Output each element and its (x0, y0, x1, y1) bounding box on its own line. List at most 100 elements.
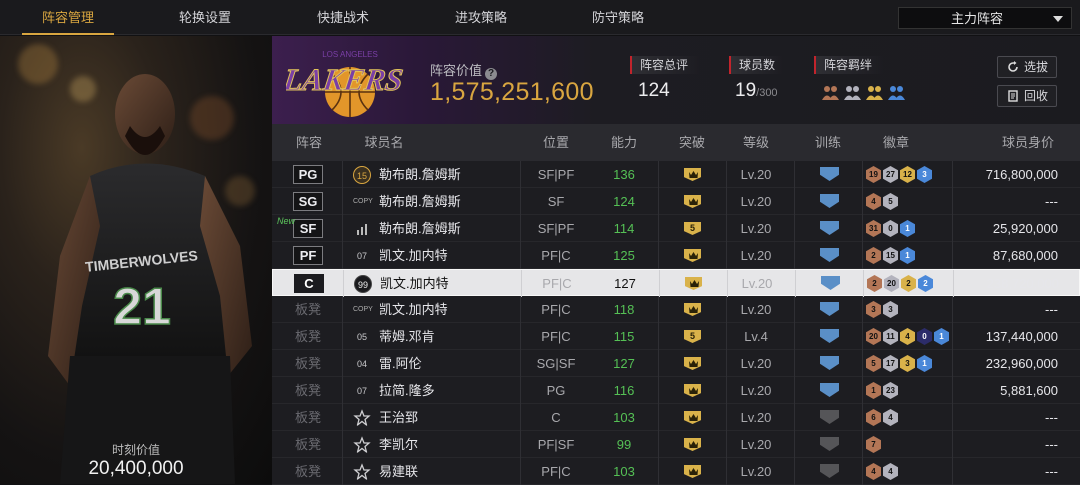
silver-badge-icon[interactable]: 20 (884, 275, 899, 292)
breakthrough-crown-icon[interactable] (684, 465, 701, 478)
training-shield-icon[interactable] (820, 221, 839, 235)
player-salary: --- (1045, 194, 1058, 209)
silver-badge-icon[interactable]: 15 (883, 247, 898, 264)
breakthrough-crown-icon[interactable]: 5 (684, 222, 701, 235)
table-row[interactable]: 板凳 COPY 凯文.加内特 PF|C 118 Lv.20 3 3 --- (272, 296, 1080, 323)
player-level: Lv.20 (740, 302, 772, 317)
breakthrough-crown-icon[interactable] (684, 411, 701, 424)
training-shield-icon[interactable] (820, 248, 839, 262)
bronze-badge-icon[interactable]: 31 (866, 220, 881, 237)
gold-badge-icon[interactable]: 2 (901, 275, 916, 292)
lineup-select[interactable]: 主力阵容 (898, 7, 1072, 29)
player-ability: 115 (613, 329, 635, 344)
breakthrough-crown-icon[interactable] (684, 195, 701, 208)
table-row[interactable]: 板凳 易建联 PF|C 103 Lv.20 4 4 --- (272, 458, 1080, 485)
table-row[interactable]: 板凳 04 雷.阿伦 SG|SF 127 Lv.20 5 17 3 1 232,960,000 (272, 350, 1080, 377)
col-salary[interactable]: 球员身价 (988, 124, 1068, 161)
blue-badge-icon[interactable]: 1 (900, 247, 915, 264)
breakthrough-crown-icon[interactable] (684, 384, 701, 397)
bronze-badge-icon[interactable]: 4 (866, 193, 881, 210)
recycle-button[interactable]: 回收 (997, 85, 1057, 107)
col-level[interactable]: 等级 (734, 124, 778, 161)
player-name: 李凯尔 (379, 437, 419, 452)
breakthrough-crown-icon[interactable] (684, 249, 701, 262)
player-salary: 25,920,000 (992, 221, 1058, 236)
col-ability[interactable]: 能力 (602, 124, 646, 161)
blue-badge-icon[interactable]: 1 (917, 355, 932, 372)
player-ability: 136 (613, 167, 635, 182)
bronze-badge-icon[interactable]: 20 (866, 328, 881, 345)
bronze-badge-icon[interactable]: 6 (866, 409, 881, 426)
bronze-badge-icon[interactable]: 1 (866, 382, 881, 399)
bronze-badge-icon[interactable]: 2 (867, 275, 882, 292)
player-salary: 87,680,000 (992, 248, 1058, 263)
training-shield-icon[interactable] (820, 437, 839, 451)
table-row[interactable]: 板凳 王治郅 C 103 Lv.20 6 4 --- (272, 404, 1080, 431)
silver-badge-icon[interactable]: 0 (883, 220, 898, 237)
silver-badge-icon[interactable]: 4 (883, 463, 898, 480)
tab-lineup-management[interactable]: 阵容管理 (22, 0, 114, 35)
training-shield-icon[interactable] (820, 302, 839, 316)
table-row[interactable]: PG 15 勒布朗.詹姆斯 SF|PF 136 Lv.20 19 27 12 3 716,800,0… (272, 161, 1080, 188)
gold-badge-icon[interactable]: 12 (900, 166, 915, 183)
training-shield-icon[interactable] (820, 167, 839, 181)
bronze-badge-icon[interactable]: 4 (866, 463, 881, 480)
blue-people-icon[interactable] (888, 84, 905, 102)
col-breakthrough[interactable]: 突破 (670, 124, 714, 161)
blue-badge-icon[interactable]: 1 (934, 328, 949, 345)
blue-badge-icon[interactable]: 1 (900, 220, 915, 237)
breakthrough-crown-icon[interactable] (684, 303, 701, 316)
table-row[interactable]: SG COPY 勒布朗.詹姆斯 SF 124 Lv.20 4 5 --- (272, 188, 1080, 215)
silver-badge-icon[interactable]: 23 (883, 382, 898, 399)
tab-rotation-settings[interactable]: 轮换设置 (165, 0, 245, 35)
bronze-badge-icon[interactable]: 3 (866, 301, 881, 318)
bronze-people-icon[interactable] (822, 84, 839, 102)
training-shield-icon[interactable] (820, 194, 839, 208)
bronze-badge-icon[interactable]: 2 (866, 247, 881, 264)
breakthrough-crown-icon[interactable] (684, 357, 701, 370)
bronze-badge-icon[interactable]: 19 (866, 166, 881, 183)
silver-badge-icon[interactable]: 3 (883, 301, 898, 318)
table-row[interactable]: 板凳 05 蒂姆.邓肯 PF|C 115 5 Lv.4 20 11 4 0 1 137,440,000 (272, 323, 1080, 350)
training-shield-icon[interactable] (820, 383, 839, 397)
player-card[interactable]: TIMBERWOLVES 21 时刻价值 20,400,000 (0, 36, 272, 484)
silver-people-icon[interactable] (844, 84, 861, 102)
player-salary: 137,440,000 (985, 329, 1058, 344)
tab-defense-strategy[interactable]: 防守策略 (578, 0, 658, 35)
training-shield-icon[interactable] (820, 410, 839, 424)
gold-people-icon[interactable] (866, 84, 883, 102)
table-row[interactable]: 板凳 李凯尔 PF|SF 99 Lv.20 7 --- (272, 431, 1080, 458)
col-badges[interactable]: 徽章 (866, 124, 926, 161)
training-shield-icon[interactable] (821, 276, 840, 290)
breakthrough-crown-icon[interactable] (684, 168, 701, 181)
col-lineup[interactable]: 阵容 (286, 124, 332, 161)
breakthrough-crown-icon[interactable] (685, 277, 702, 290)
breakthrough-crown-icon[interactable] (684, 438, 701, 451)
bronze-badge-icon[interactable]: 7 (866, 436, 881, 453)
training-shield-icon[interactable] (820, 329, 839, 343)
gold-badge-icon[interactable]: 3 (900, 355, 915, 372)
tab-offense-strategy[interactable]: 进攻策略 (441, 0, 521, 35)
gold-badge-icon[interactable]: 4 (900, 328, 915, 345)
silver-badge-icon[interactable]: 4 (883, 409, 898, 426)
blue-badge-icon[interactable]: 3 (917, 166, 932, 183)
breakthrough-crown-icon[interactable]: 5 (684, 330, 701, 343)
table-row[interactable]: C 99 凯文.加内特 PF|C 127 Lv.20 2 20 2 2 238,720,000 (272, 269, 1080, 297)
silver-badge-icon[interactable]: 11 (883, 328, 898, 345)
blue-badge-icon[interactable]: 2 (918, 275, 933, 292)
tab-quick-tactics[interactable]: 快捷战术 (303, 0, 383, 35)
table-row[interactable]: 板凳 07 拉简.隆多 PG 116 Lv.20 1 23 5,881,600 (272, 377, 1080, 404)
training-shield-icon[interactable] (820, 464, 839, 478)
col-position[interactable]: 位置 (528, 124, 584, 161)
table-row[interactable]: SF New 勒布朗.詹姆斯 SF|PF 114 5 Lv.20 31 0 1 25,920,000 (272, 215, 1080, 242)
training-shield-icon[interactable] (820, 356, 839, 370)
purple-badge-icon[interactable]: 0 (917, 328, 932, 345)
col-training[interactable]: 训练 (806, 124, 850, 161)
silver-badge-icon[interactable]: 5 (883, 193, 898, 210)
silver-badge-icon[interactable]: 17 (883, 355, 898, 372)
table-row[interactable]: PF 07 凯文.加内特 PF|C 125 Lv.20 2 15 1 87,680,000 (272, 242, 1080, 269)
bronze-badge-icon[interactable]: 5 (866, 355, 881, 372)
col-name[interactable]: 球员名 (354, 124, 414, 161)
select-button[interactable]: 选拔 (997, 56, 1057, 78)
silver-badge-icon[interactable]: 27 (883, 166, 898, 183)
